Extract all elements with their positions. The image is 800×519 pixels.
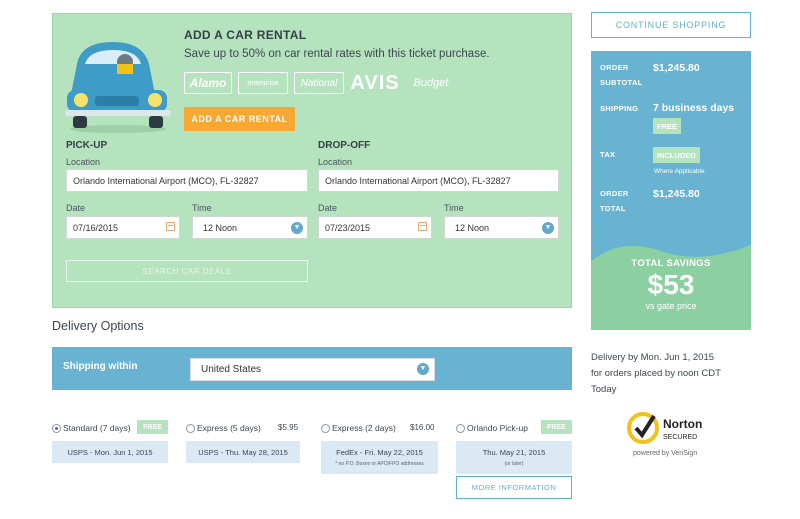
delivery-note-line3: Today: [591, 384, 617, 395]
pickup-location-input[interactable]: Orlando International Airport (MCO), FL-…: [66, 169, 308, 192]
option-price: $16.00: [410, 423, 435, 432]
radio-express-2[interactable]: [321, 424, 330, 433]
total-savings-subtitle: vs gate price: [645, 301, 697, 311]
norton-secured-badge[interactable]: Norton SECURED powered by VeriSign: [627, 410, 722, 460]
option-detail-box: USPS - Thu. May 28, 2015: [186, 441, 300, 463]
order-summary: ORDER SUBTOTAL $1,245.80 SHIPPING 7 busi…: [591, 51, 751, 330]
alamo-logo: Alamo: [184, 72, 232, 94]
search-car-deals-button[interactable]: SEARCH CAR DEALS: [66, 260, 308, 282]
calendar-icon[interactable]: [418, 222, 427, 231]
total-value: $1,245.80: [653, 188, 700, 200]
car-illustration: [65, 42, 171, 133]
pickup-location-label: Location: [66, 157, 101, 167]
pickup-date-label: Date: [66, 203, 86, 213]
total-label-line1: ORDER: [600, 189, 629, 198]
calendar-icon[interactable]: [166, 222, 175, 231]
car-rental-panel: ADD A CAR RENTAL Save up to 50% on car r…: [52, 13, 572, 308]
dropoff-time-value: 12 Noon: [455, 222, 490, 233]
rental-subtitle: Save up to 50% on car rental rates with …: [184, 48, 490, 60]
pickup-date-input[interactable]: 07/16/2015: [66, 216, 180, 239]
pickup-date-value: 07/16/2015: [73, 222, 119, 233]
dropoff-location-label: Location: [318, 157, 353, 167]
add-car-rental-button[interactable]: ADD A CAR RENTAL: [184, 107, 295, 131]
delivery-options-title: Delivery Options: [52, 319, 144, 333]
option-detail-text: Thu. May 21, 2015: [482, 448, 546, 457]
more-information-button[interactable]: MORE INFORMATION: [456, 476, 572, 499]
pickup-location-value: Orlando International Airport (MCO), FL-…: [73, 175, 259, 186]
rental-title: ADD A CAR RENTAL: [184, 28, 307, 42]
pickup-heading: PICK-UP: [66, 140, 108, 151]
shipping-value: 7 business days: [653, 102, 735, 114]
delivery-option-express-2[interactable]: Express (2 days) $16.00: [321, 419, 438, 439]
shipping-free-badge: FREE: [653, 118, 682, 134]
country-select[interactable]: United States ▼: [190, 358, 435, 381]
shipping-within-bar: Shipping within United States ▼: [52, 347, 572, 390]
norton-secured: SECURED: [663, 434, 697, 441]
option-price-badge: FREE: [541, 420, 572, 434]
dropoff-location-value: Orlando International Airport (MCO), FL-…: [325, 175, 511, 186]
chevron-down-icon: ▼: [542, 222, 554, 234]
avis-logo: AVIS: [350, 71, 400, 94]
subtotal-label-line1: ORDER: [600, 63, 629, 72]
radio-express-5[interactable]: [186, 424, 195, 433]
option-label: Express (5 days): [197, 423, 261, 433]
option-detail-box: FedEx - Fri. May 22, 2015 * no P.O. Boxe…: [321, 441, 438, 474]
delivery-estimate-note: Delivery by Mon. Jun 1, 2015 for orders …: [591, 350, 761, 398]
chevron-down-icon: ▼: [291, 222, 303, 234]
option-detail-text: FedEx - Fri. May 22, 2015: [336, 448, 423, 457]
pickup-time-label: Time: [192, 203, 212, 213]
dropoff-date-value: 07/23/2015: [325, 222, 371, 233]
tax-label: TAX: [600, 150, 616, 159]
tax-note: Where Applicable: [654, 168, 705, 175]
pickup-time-select[interactable]: 12 Noon ▼: [192, 216, 308, 239]
option-label: Orlando Pick-up: [467, 423, 528, 433]
dropoff-date-input[interactable]: 07/23/2015: [318, 216, 432, 239]
option-price-badge: FREE: [137, 420, 168, 434]
continue-shopping-button[interactable]: CONTINUE SHOPPING: [591, 12, 751, 38]
delivery-note-line1: Delivery by Mon. Jun 1, 2015: [591, 352, 715, 363]
delivery-note-line2: for orders placed by noon CDT: [591, 368, 721, 379]
dropoff-time-select[interactable]: 12 Noon ▼: [444, 216, 559, 239]
delivery-option-pickup[interactable]: Orlando Pick-up FREE: [456, 419, 572, 439]
subtotal-value: $1,245.80: [653, 62, 700, 74]
delivery-option-express-5[interactable]: Express (5 days) $5.95: [186, 419, 300, 439]
dropoff-location-input[interactable]: Orlando International Airport (MCO), FL-…: [318, 169, 559, 192]
budget-logo: Budget: [413, 77, 449, 89]
norton-check-icon: Norton SECURED powered by VeriSign: [627, 412, 702, 457]
tax-included-badge: INCLUDED: [653, 147, 700, 163]
option-detail-box: USPS - Mon. Jun 1, 2015: [52, 441, 168, 463]
radio-standard[interactable]: [52, 424, 61, 433]
subtotal-label-line2: SUBTOTAL: [600, 78, 643, 87]
total-savings-amount: $53: [647, 269, 695, 300]
dropoff-heading: DROP-OFF: [318, 140, 371, 151]
norton-powered-by: powered by VeriSign: [633, 450, 697, 457]
norton-name: Norton: [663, 417, 702, 431]
total-label-line2: TOTAL: [600, 204, 626, 213]
radio-pickup[interactable]: [456, 424, 465, 433]
pickup-time-value: 12 Noon: [203, 222, 238, 233]
shipping-label: SHIPPING: [600, 104, 639, 113]
delivery-option-standard[interactable]: Standard (7 days) FREE: [52, 419, 168, 439]
dropoff-time-label: Time: [444, 203, 464, 213]
option-price: $5.95: [278, 423, 299, 432]
option-label: Express (2 days): [332, 423, 396, 433]
total-savings-title: TOTAL SAVINGS: [631, 258, 711, 269]
national-logo: National: [294, 72, 344, 94]
shipping-within-label: Shipping within: [63, 361, 138, 372]
rental-brands: Alamo enterprise National AVIS Budget: [184, 72, 456, 94]
dropoff-date-label: Date: [318, 203, 338, 213]
country-value: United States: [201, 364, 262, 375]
subtotal-label: ORDER SUBTOTAL: [600, 60, 643, 90]
option-detail-note: (or later): [504, 461, 524, 467]
total-label: ORDER TOTAL: [600, 186, 629, 216]
option-detail-box: Thu. May 21, 2015 (or later): [456, 441, 572, 474]
chevron-down-icon: ▼: [417, 363, 429, 375]
enterprise-logo: enterprise: [238, 72, 288, 94]
option-label: Standard (7 days): [63, 423, 131, 433]
option-detail-note: * no P.O. Boxes or APO/FPO addresses: [335, 461, 424, 467]
